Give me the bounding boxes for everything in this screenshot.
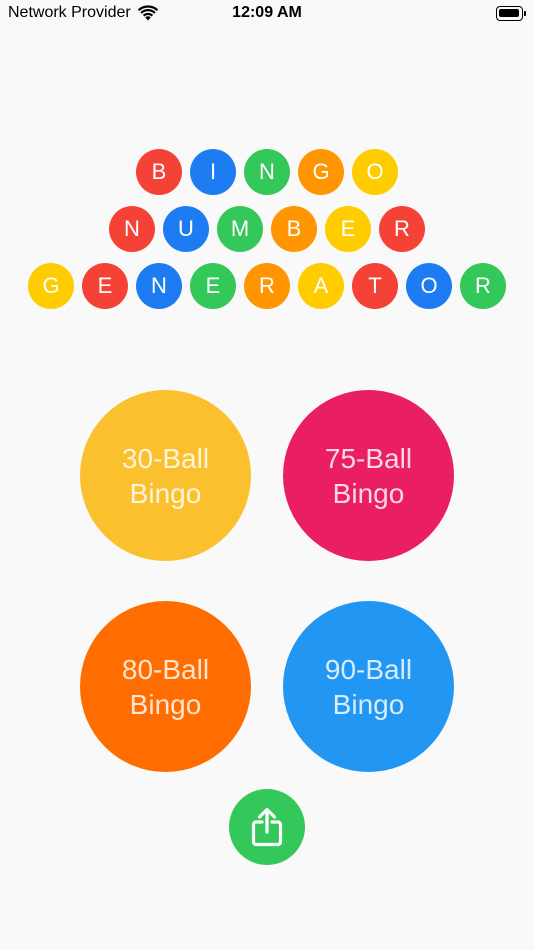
title-letter-ball: N — [136, 263, 182, 309]
share-icon — [251, 807, 283, 847]
title-letter-ball: G — [298, 149, 344, 195]
app-screen: Network Provider 12:09 AM BINGO NUMBER G… — [0, 0, 534, 950]
share-button[interactable] — [229, 789, 305, 865]
30-ball-bingo-button[interactable]: 30-Ball Bingo — [80, 390, 251, 561]
button-label-line2: Bingo — [332, 477, 405, 509]
title-letter-ball: R — [460, 263, 506, 309]
title-letter-ball: R — [244, 263, 290, 309]
title-letter-ball: N — [109, 206, 155, 252]
button-label-line1: 75-Ball — [324, 442, 413, 474]
90-ball-bingo-button[interactable]: 90-Ball Bingo — [283, 601, 454, 772]
title-letter-ball: R — [379, 206, 425, 252]
title-letter-ball: M — [217, 206, 263, 252]
status-bar: Network Provider 12:09 AM — [0, 0, 534, 28]
80-ball-bingo-button[interactable]: 80-Ball Bingo — [80, 601, 251, 772]
title-letter-ball: U — [163, 206, 209, 252]
status-time: 12:09 AM — [232, 4, 302, 21]
title-letter-ball: O — [406, 263, 452, 309]
title-letter-ball: E — [82, 263, 128, 309]
title-row-bingo: BINGO — [0, 149, 534, 195]
title-letter-ball: T — [352, 263, 398, 309]
button-label-line1: 90-Ball — [324, 653, 413, 685]
button-label-line1: 80-Ball — [121, 653, 210, 685]
title-letter-ball: B — [271, 206, 317, 252]
75-ball-bingo-button[interactable]: 75-Ball Bingo — [283, 390, 454, 561]
button-label-line2: Bingo — [332, 688, 405, 720]
title-letter-ball: G — [28, 263, 74, 309]
title-letter-ball: B — [136, 149, 182, 195]
title-letter-ball: A — [298, 263, 344, 309]
button-label-line2: Bingo — [129, 477, 202, 509]
button-label-line1: 30-Ball — [121, 442, 210, 474]
button-label-line2: Bingo — [129, 688, 202, 720]
title-letter-ball: N — [244, 149, 290, 195]
title-letter-ball: E — [325, 206, 371, 252]
battery-icon — [496, 6, 526, 21]
title-row-number: NUMBER — [0, 206, 534, 252]
title-letter-ball: E — [190, 263, 236, 309]
title-letter-ball: I — [190, 149, 236, 195]
title-letter-ball: O — [352, 149, 398, 195]
title-row-generator: GENERATOR — [0, 263, 534, 309]
